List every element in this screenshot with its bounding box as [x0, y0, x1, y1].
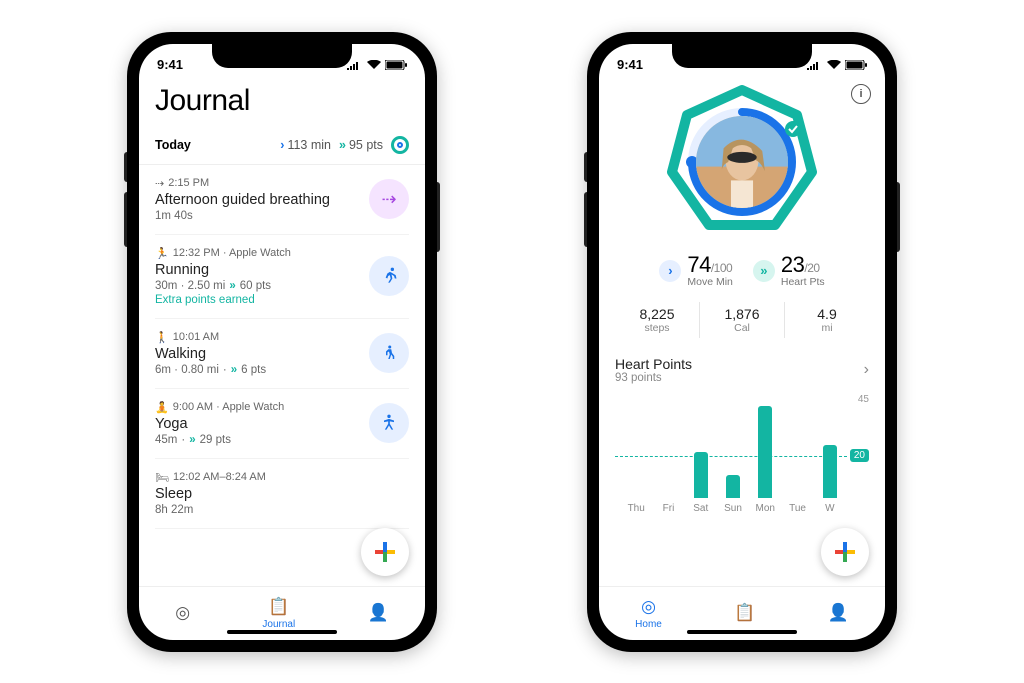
profile-icon: 👤 — [368, 603, 389, 623]
activity-icon-yoga — [369, 403, 409, 443]
yoga-icon: 🧘 — [155, 401, 169, 414]
status-time: 9:41 — [617, 57, 643, 72]
today-summary[interactable]: Today ›113 min »95 pts — [155, 136, 409, 154]
status-time: 9:41 — [157, 57, 183, 72]
plus-icon — [835, 542, 855, 562]
today-label: Today — [155, 138, 272, 152]
heart-points-card-header[interactable]: Heart Points 93 points › — [615, 356, 869, 384]
nav-home[interactable]: ◎ — [175, 603, 190, 623]
nav-profile[interactable]: 👤 — [368, 603, 389, 623]
status-icons — [347, 60, 407, 70]
activity-icon-walking — [369, 333, 409, 373]
goal-rings[interactable] — [662, 82, 822, 242]
nav-journal[interactable]: 📋 — [734, 603, 755, 623]
heart-arrow-icon: » — [753, 260, 775, 282]
add-activity-fab[interactable] — [361, 528, 409, 576]
activity-icon-breathing: ⇢ — [369, 179, 409, 219]
journal-entry[interactable]: ⇢2:15 PM Afternoon guided breathing 1m 4… — [155, 165, 409, 235]
page-title: Journal — [155, 84, 409, 118]
walk-icon: 🚶 — [155, 331, 169, 344]
nav-profile[interactable]: 👤 — [828, 603, 849, 623]
heart-pts-metric[interactable]: » 23/20 Heart Pts — [753, 254, 825, 288]
heart-points-chart[interactable]: 45 20 ThuFriSatSunMonTueW — [615, 394, 869, 514]
move-min-metric[interactable]: › 74/100 Move Min — [659, 254, 733, 288]
add-activity-fab[interactable] — [821, 528, 869, 576]
plus-icon — [375, 542, 395, 562]
journal-entry[interactable]: 🧘9:00 AM · Apple Watch Yoga 45m · » 29 p… — [155, 389, 409, 459]
chevron-right-icon: › — [864, 361, 869, 379]
nav-journal[interactable]: 📋 Journal — [262, 597, 295, 630]
move-arrow-icon: › — [659, 260, 681, 282]
journal-entry[interactable]: 🛏12:02 AM–8:24 AM Sleep 8h 22m — [155, 459, 409, 529]
journal-icon: 📋 — [734, 603, 755, 623]
phone-mockup-home: 9:41 i — [587, 32, 897, 652]
journal-icon: 📋 — [268, 597, 289, 617]
phone-mockup-journal: 9:41 Journal Today ›113 min »95 pts ⇢2:1… — [127, 32, 437, 652]
goal-ring-icon — [391, 136, 409, 154]
home-icon: ◎ — [641, 597, 656, 617]
activity-icon-running — [369, 256, 409, 296]
distance-stat[interactable]: 4.9 mi — [784, 302, 869, 338]
info-button[interactable]: i — [851, 84, 871, 104]
breath-icon: ⇢ — [155, 177, 164, 190]
calories-stat[interactable]: 1,876 Cal — [699, 302, 784, 338]
nav-home[interactable]: ◎ Home — [635, 597, 662, 630]
run-icon: 🏃 — [155, 247, 169, 260]
status-icons — [807, 60, 867, 70]
profile-icon: 👤 — [828, 603, 849, 623]
sleep-icon: 🛏 — [155, 471, 169, 484]
home-icon: ◎ — [175, 603, 190, 623]
steps-stat[interactable]: 8,225 steps — [615, 302, 699, 338]
journal-entry[interactable]: 🚶10:01 AM Walking 6m · 0.80 mi · » 6 pts — [155, 319, 409, 389]
avatar — [696, 116, 788, 208]
journal-entry[interactable]: 🏃12:32 PM · Apple Watch Running 30m · 2.… — [155, 235, 409, 319]
